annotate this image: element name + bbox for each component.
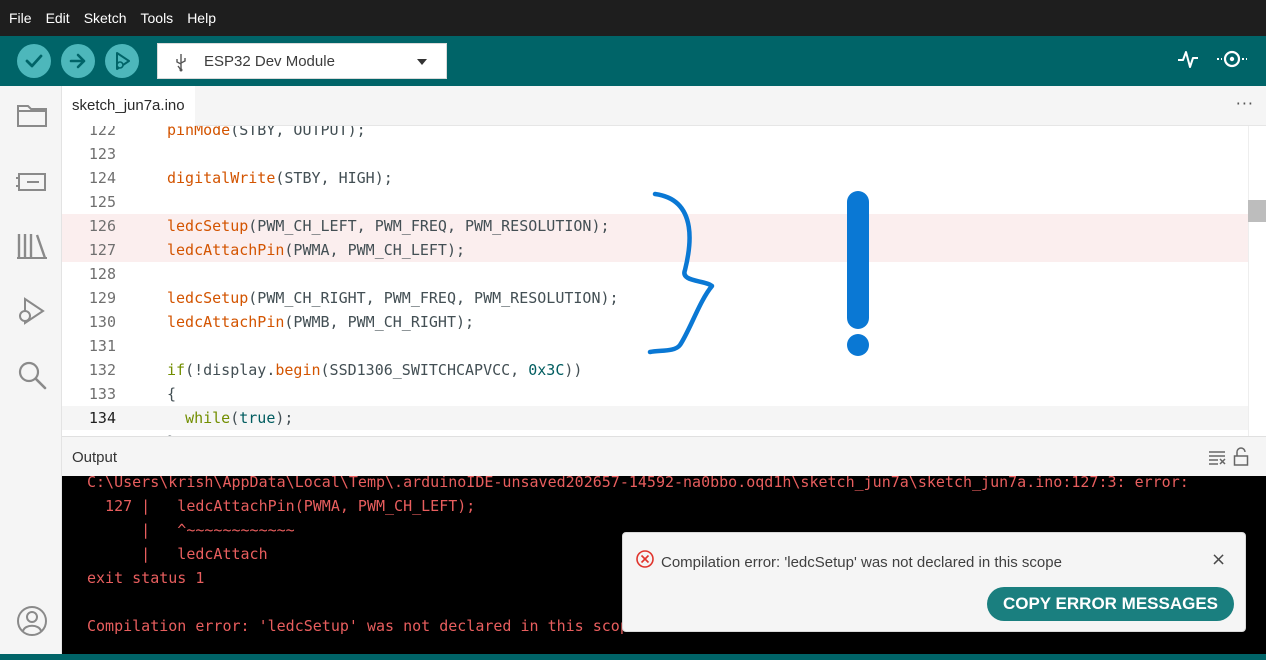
code-text: if(!display.begin(SSD1306_SWITCHCAPVCC, …	[167, 361, 583, 379]
board-selector[interactable]: ESP32 Dev Module	[157, 43, 447, 79]
plotter-icon[interactable]	[1177, 48, 1199, 70]
monitor-icon[interactable]	[1215, 48, 1249, 70]
error-notification: Compilation error: 'ledcSetup' was not d…	[622, 532, 1246, 632]
code-line: 129 ledcSetup(PWM_CH_RIGHT, PWM_FREQ, PW…	[62, 286, 1248, 310]
line-number: 130	[88, 313, 116, 331]
close-icon[interactable]: ×	[1211, 549, 1226, 570]
output-line: Compilation error: 'ledcSetup' was not d…	[87, 617, 638, 635]
menu-help[interactable]: Help	[180, 0, 223, 36]
board-name: ESP32 Dev Module	[204, 53, 335, 70]
code-line: 130 ledcAttachPin(PWMB, PWM_CH_RIGHT);	[62, 310, 1248, 334]
menu-tools[interactable]: Tools	[134, 0, 181, 36]
line-number: 132	[88, 361, 116, 379]
code-line-error: 126 ledcSetup(PWM_CH_LEFT, PWM_FREQ, PWM…	[62, 214, 1248, 238]
line-number: 125	[88, 193, 116, 211]
code-text: ledcSetup(PWM_CH_RIGHT, PWM_FREQ, PWM_RE…	[167, 289, 619, 307]
debug-icon	[116, 52, 130, 70]
output-header: Output	[62, 436, 1266, 476]
code-line-error: 127 ledcAttachPin(PWMA, PWM_CH_LEFT);	[62, 238, 1248, 262]
code-line: 122 pinMode(STBY, OUTPUT);	[62, 126, 1248, 142]
code-line: 125	[62, 190, 1248, 214]
output-line: exit status 1	[87, 569, 205, 587]
line-number: 127	[88, 241, 116, 259]
line-number: 123	[88, 145, 116, 163]
arrow-right-icon	[69, 53, 86, 69]
chevron-down-icon	[417, 59, 427, 65]
lock-icon[interactable]	[1233, 447, 1249, 467]
code-line: 124 digitalWrite(STBY, HIGH);	[62, 166, 1248, 190]
code-text: while	[185, 409, 231, 427]
code-text: begin	[275, 361, 321, 379]
check-icon	[25, 54, 43, 68]
status-bar	[0, 654, 1266, 660]
line-number: 124	[88, 169, 116, 187]
code-text: ledcAttachPin	[167, 313, 285, 331]
editor-scrollbar[interactable]	[1248, 126, 1266, 436]
code-text: true	[239, 409, 276, 427]
line-number: 122	[88, 126, 116, 139]
menu-edit[interactable]: Edit	[39, 0, 77, 36]
code-line: 128	[62, 262, 1248, 286]
folder-icon[interactable]	[15, 98, 49, 132]
profile-icon[interactable]	[15, 604, 49, 638]
line-number: 133	[88, 385, 116, 403]
code-text: digitalWrite(STBY, HIGH);	[167, 169, 393, 187]
code-text: 0x3C	[528, 361, 565, 379]
editor-scrollbar-thumb[interactable]	[1248, 200, 1266, 222]
output-title: Output	[72, 449, 118, 466]
code-line-current: 134 while(true);	[62, 406, 1248, 430]
code-line: 123	[62, 142, 1248, 166]
debug-button[interactable]	[105, 44, 139, 78]
code-text: pinMode(STBY, OUTPUT);	[167, 126, 366, 142]
output-line: 127 | ledcAttachPin(PWMA, PWM_CH_LEFT);	[87, 497, 476, 515]
error-icon	[636, 550, 654, 568]
line-number: 131	[88, 337, 116, 355]
code-text: ledcAttachPin	[167, 241, 285, 259]
code-text: {	[167, 385, 177, 403]
code-line: 132 if(!display.begin(SSD1306_SWITCHCAPV…	[62, 358, 1248, 382]
search-icon[interactable]	[15, 358, 49, 392]
line-number: 129	[88, 289, 116, 307]
clear-output-icon[interactable]	[1208, 449, 1226, 465]
menu-bar: File Edit Sketch Tools Help	[0, 0, 1266, 36]
upload-button[interactable]	[61, 44, 95, 78]
menu-file[interactable]: File	[2, 0, 39, 36]
code-text: ledcAttachPin(PWMA, PWM_CH_LEFT);	[167, 241, 466, 259]
notification-message: Compilation error: 'ledcSetup' was not d…	[661, 554, 1062, 571]
library-icon[interactable]	[15, 228, 49, 262]
board-icon[interactable]	[15, 164, 49, 198]
code-text: ledcSetup	[167, 289, 249, 307]
code-text: digitalWrite	[167, 169, 276, 187]
tab-sketch[interactable]: sketch_jun7a.ino	[62, 86, 195, 126]
debug-icon[interactable]	[15, 294, 49, 328]
sidebar	[0, 86, 62, 654]
verify-button[interactable]	[17, 44, 51, 78]
line-number: 134	[88, 409, 116, 427]
code-text: if	[167, 361, 186, 379]
line-number: 128	[88, 265, 116, 283]
more-icon[interactable]: ···	[1236, 94, 1254, 113]
code-text: ledcSetup(PWM_CH_LEFT, PWM_FREQ, PWM_RES…	[167, 217, 610, 235]
code-text: while(true);	[185, 409, 294, 427]
code-text: pinMode	[167, 126, 231, 139]
code-text: ledcSetup	[167, 217, 249, 235]
menu-sketch[interactable]: Sketch	[77, 0, 134, 36]
tab-strip: sketch_jun7a.ino ···	[62, 86, 1266, 126]
output-line: | ledcAttach	[87, 545, 268, 563]
code-line: 133 {	[62, 382, 1248, 406]
output-line: C:\Users\krish\AppData\Local\Temp\.ardui…	[87, 476, 1189, 491]
code-line: 131	[62, 334, 1248, 358]
line-number: 126	[88, 217, 116, 235]
code-editor[interactable]: 122 pinMode(STBY, OUTPUT); 123 124 digit…	[62, 126, 1248, 436]
output-line: | ^~~~~~~~~~~~~	[87, 521, 295, 539]
code-text: ledcAttachPin(PWMB, PWM_CH_RIGHT);	[167, 313, 475, 331]
copy-error-messages-button[interactable]: COPY ERROR MESSAGES	[987, 587, 1234, 621]
usb-icon	[176, 54, 186, 72]
